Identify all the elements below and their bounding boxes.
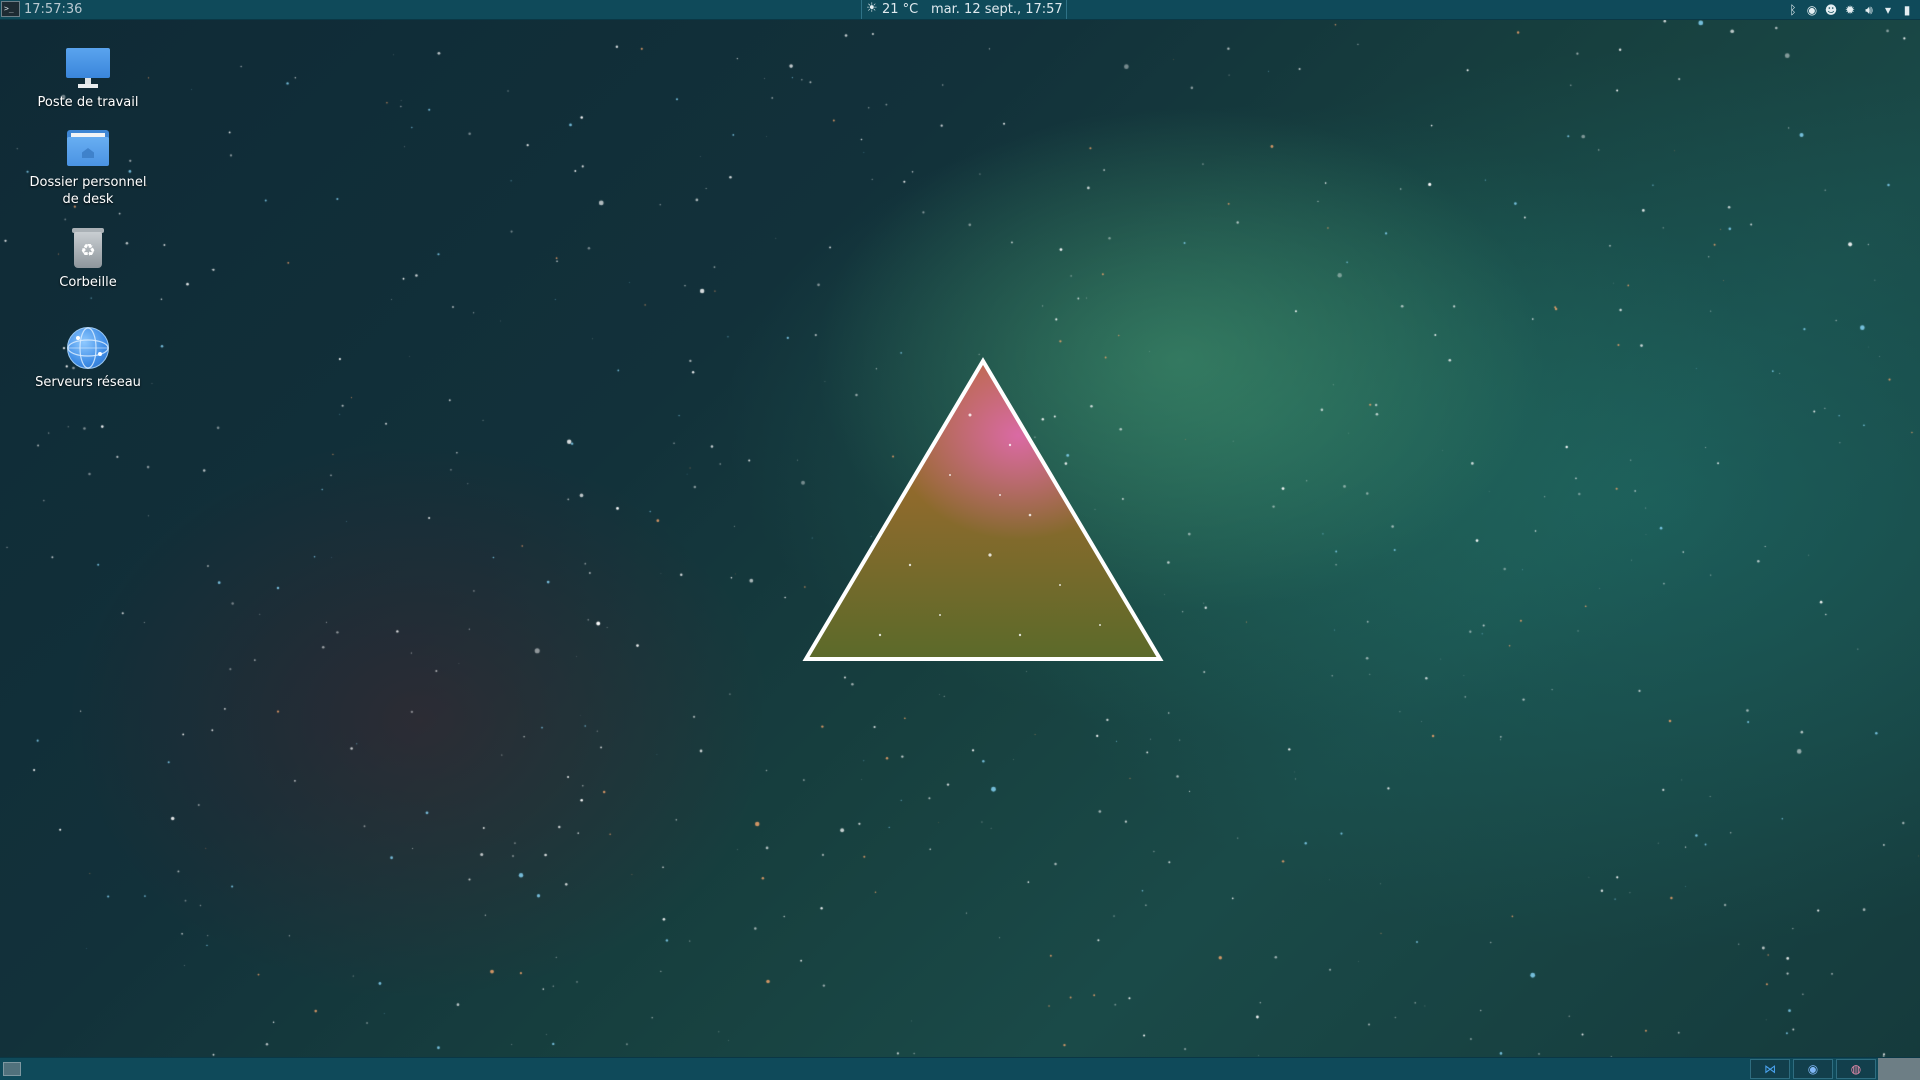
- wallpaper-triangle: [802, 357, 1164, 661]
- desktop-icon-trash[interactable]: ♻ Corbeille: [18, 224, 158, 291]
- home-folder-icon: [64, 124, 112, 172]
- system-tray: ᛒ ◉ ☻ ✹ 🔊︎ ▾ ▮: [1786, 2, 1914, 17]
- panel-clock[interactable]: 17:57:36: [24, 1, 82, 18]
- workspace-corner[interactable]: [1878, 1058, 1920, 1080]
- app-icon: ◍: [1850, 1062, 1862, 1076]
- desktop-icon-label: Dossier personnel de desk: [29, 175, 147, 207]
- settings-icon[interactable]: ✹: [1843, 3, 1857, 17]
- trash-icon: ♻: [64, 224, 112, 272]
- discord-icon[interactable]: ☻: [1824, 3, 1838, 17]
- taskbar-vscode-button[interactable]: ⋈: [1750, 1059, 1790, 1079]
- date-time[interactable]: mar. 12 sept., 17:57: [931, 1, 1063, 18]
- weather-date-area[interactable]: ☀ 21 °C mar. 12 sept., 17:57: [861, 0, 1067, 19]
- desktop-icon-computer[interactable]: Poste de travail: [18, 44, 158, 111]
- desktop-icon-label: Poste de travail: [37, 95, 139, 110]
- battery-icon[interactable]: ▮: [1900, 3, 1914, 17]
- taskbar-app-button[interactable]: ◍: [1836, 1059, 1876, 1079]
- top-panel: >_ 17:57:36 ☀ 21 °C mar. 12 sept., 17:57…: [0, 0, 1920, 20]
- show-desktop-button[interactable]: [3, 1062, 21, 1076]
- chrome-icon[interactable]: ◉: [1805, 3, 1819, 17]
- desktop-icon-home-folder[interactable]: Dossier personnel de desk: [18, 124, 158, 208]
- taskbar-chrome-button[interactable]: ◉: [1793, 1059, 1833, 1079]
- desktop-icon-label: Serveurs réseau: [35, 375, 141, 390]
- computer-icon: [64, 44, 112, 92]
- volume-icon[interactable]: 🔊︎: [1862, 3, 1876, 17]
- weather-sun-icon: ☀: [866, 1, 878, 16]
- chrome-icon: ◉: [1807, 1062, 1819, 1076]
- vscode-icon: ⋈: [1764, 1062, 1776, 1076]
- bluetooth-icon[interactable]: ᛒ: [1786, 3, 1800, 17]
- desktop-icon-label: Corbeille: [59, 275, 117, 290]
- weather-temperature[interactable]: 21 °C: [882, 1, 918, 18]
- network-globe-icon: [64, 324, 112, 372]
- bottom-panel: ⋈ ◉ ◍: [0, 1057, 1920, 1080]
- wifi-icon[interactable]: ▾: [1881, 3, 1895, 17]
- terminal-icon[interactable]: >_: [1, 1, 20, 17]
- desktop-icon-network[interactable]: Serveurs réseau: [18, 324, 158, 391]
